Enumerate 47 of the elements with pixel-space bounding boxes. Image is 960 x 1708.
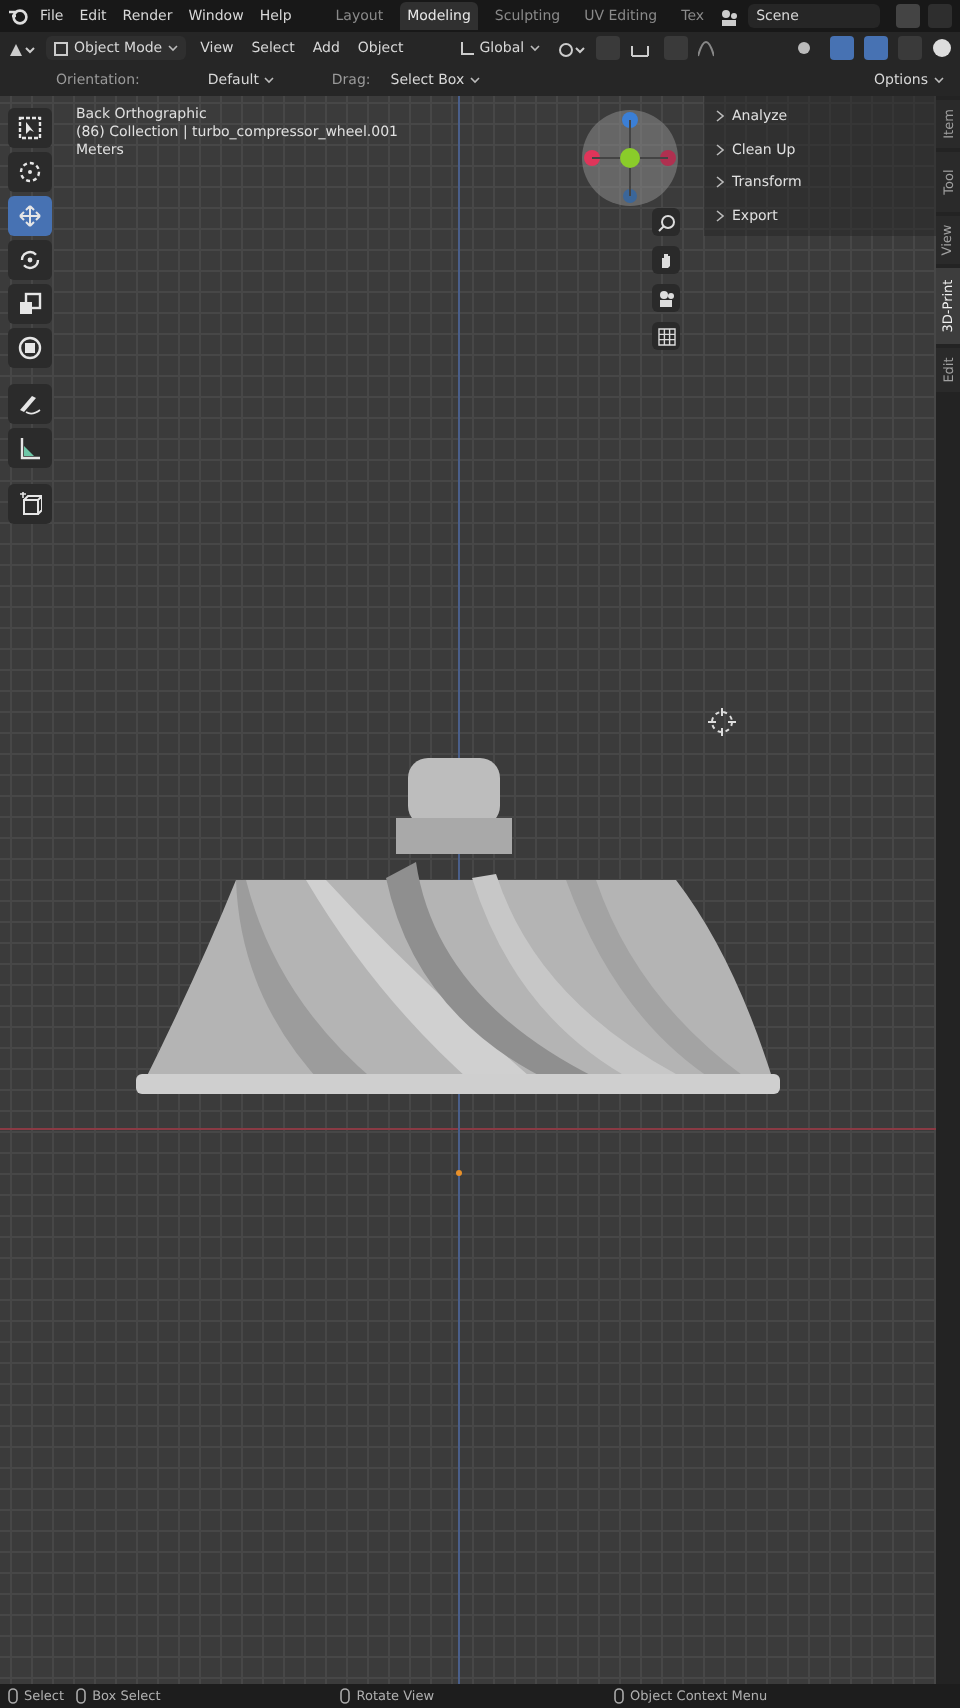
gizmo-toggle-icon[interactable] bbox=[830, 36, 854, 60]
chevron-icon bbox=[716, 176, 724, 189]
move-icon bbox=[18, 204, 42, 228]
add-cube-icon bbox=[18, 492, 42, 516]
scene-icon[interactable] bbox=[720, 7, 741, 25]
tool-button[interactable] bbox=[8, 240, 52, 280]
chevron-icon bbox=[716, 109, 724, 122]
tool-button[interactable] bbox=[8, 152, 52, 192]
mouse-icon bbox=[76, 1688, 87, 1704]
caret-icon bbox=[530, 44, 541, 52]
caret-icon bbox=[934, 76, 944, 84]
chevron-icon bbox=[716, 210, 724, 223]
origin-dot-icon bbox=[456, 1170, 462, 1176]
scale-icon bbox=[18, 292, 42, 316]
tool-button[interactable] bbox=[8, 108, 52, 148]
editor-type-icon[interactable] bbox=[8, 39, 36, 57]
camera-icon[interactable] bbox=[652, 284, 680, 312]
chevron-icon bbox=[716, 143, 724, 156]
grid-icon[interactable] bbox=[652, 322, 680, 350]
pencil-icon bbox=[18, 392, 42, 416]
blender-logo-icon[interactable] bbox=[8, 6, 28, 26]
tool-button[interactable] bbox=[8, 196, 52, 236]
rotate-icon bbox=[18, 248, 42, 272]
navigation-gizmo-drawing[interactable] bbox=[580, 108, 680, 208]
shading-icon[interactable] bbox=[932, 38, 952, 58]
mouse-icon bbox=[8, 1688, 18, 1704]
transform-icon bbox=[18, 336, 42, 360]
tool-button[interactable] bbox=[8, 328, 52, 368]
tool-button[interactable] bbox=[8, 428, 52, 468]
3d-cursor-icon bbox=[708, 708, 736, 736]
falloff-icon[interactable] bbox=[698, 39, 715, 57]
zoom-icon[interactable] bbox=[652, 208, 680, 236]
mouse-icon bbox=[614, 1688, 625, 1704]
tool-button[interactable] bbox=[8, 384, 52, 424]
overlay-toggle-icon[interactable] bbox=[864, 36, 888, 60]
select-box-icon bbox=[18, 116, 42, 140]
axes-icon bbox=[459, 41, 474, 55]
pivot-icon[interactable] bbox=[558, 39, 587, 57]
tool-button[interactable] bbox=[8, 284, 52, 324]
ruler-icon bbox=[18, 436, 42, 460]
cursor-icon bbox=[18, 160, 42, 184]
caret-icon bbox=[264, 76, 275, 84]
cube-icon bbox=[54, 41, 68, 55]
tool-button[interactable] bbox=[8, 484, 52, 524]
caret-icon bbox=[470, 76, 481, 84]
caret-icon bbox=[168, 44, 179, 52]
mouse-icon bbox=[340, 1688, 351, 1704]
